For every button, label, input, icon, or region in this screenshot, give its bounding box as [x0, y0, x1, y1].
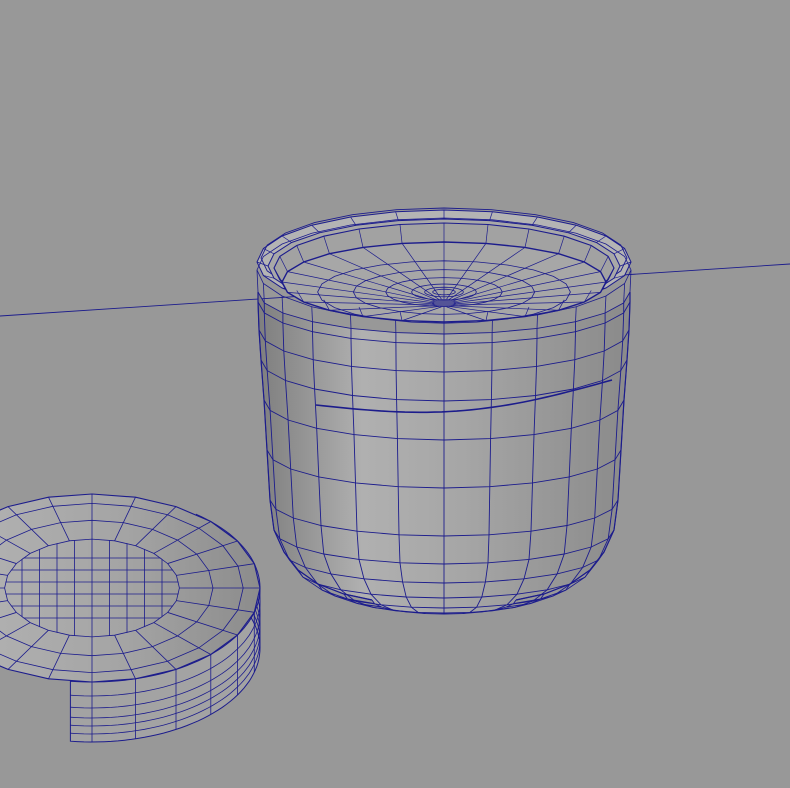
cup-floor-pole — [432, 299, 456, 307]
3d-viewport[interactable] — [0, 0, 790, 788]
cup-rim-edge — [536, 315, 538, 329]
cup-rim-edge — [350, 315, 352, 329]
viewport-canvas[interactable] — [0, 0, 790, 788]
